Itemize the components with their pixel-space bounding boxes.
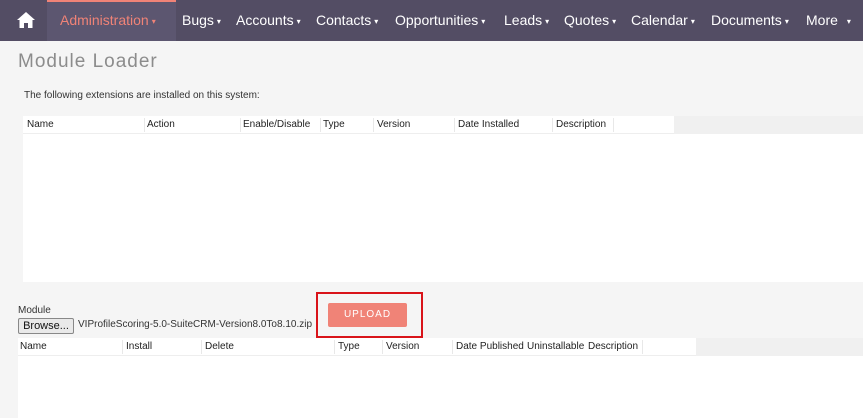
nav-bugs[interactable]: Bugs ▾ [182,0,221,41]
nav-label: Bugs [182,12,214,28]
page-title: Module Loader [18,51,158,72]
installed-extensions-panel [23,116,863,282]
column-header-description: Description [588,341,639,352]
column-divider [240,118,241,132]
nav-leads[interactable]: Leads ▾ [504,0,549,41]
column-header-name: Name [27,119,54,130]
home-icon[interactable] [14,9,38,31]
column-header-enable-disable: Enable/Disable [243,119,311,130]
nav-label: Documents [711,12,782,28]
header-filler [674,116,863,134]
installed-intro-text: The following extensions are installed o… [24,90,260,101]
column-divider [552,118,553,132]
installed-table-header: Name Action Enable/Disable Type Version … [23,116,674,134]
column-header-version: Version [386,341,420,352]
column-header-install: Install [126,341,153,352]
chevron-down-icon: ▾ [545,16,550,26]
nav-calendar[interactable]: Calendar ▾ [631,0,695,41]
chevron-down-icon: ▾ [151,16,156,26]
uploaded-table-header: Name Install Delete Type Version Date Pu… [18,338,696,356]
nav-administration[interactable]: Administration ▾ [47,0,176,41]
nav-label: Opportunities [395,12,479,28]
column-header-type: Type [323,119,345,130]
column-divider [382,340,383,354]
nav-contacts[interactable]: Contacts ▾ [316,0,378,41]
upload-button[interactable]: UPLOAD [328,303,407,327]
chevron-down-icon: ▾ [784,16,789,26]
column-divider [373,118,374,132]
nav-label: Calendar [631,12,688,28]
chevron-down-icon: ▾ [216,16,221,26]
column-divider [642,340,643,354]
nav-label: Leads [504,12,543,28]
module-label: Module [18,305,51,316]
browse-button[interactable]: Browse... [18,318,74,334]
column-header-delete: Delete [205,341,234,352]
column-divider [454,118,455,132]
header-filler [696,338,863,356]
column-header-action: Action [147,119,175,130]
column-header-date-installed: Date Installed [458,119,520,130]
column-header-version: Version [377,119,411,130]
nav-documents[interactable]: Documents ▾ [711,0,789,41]
nav-more[interactable]: More ▾ [806,0,851,41]
nav-accounts[interactable]: Accounts ▾ [236,0,301,41]
chevron-down-icon: ▾ [846,16,851,26]
nav-opportunities[interactable]: Opportunities ▾ [395,0,485,41]
chevron-down-icon: ▾ [296,16,301,26]
chevron-down-icon: ▾ [481,16,486,26]
nav-label: Contacts [316,12,372,28]
nav-label: Quotes [564,12,610,28]
column-divider [613,118,614,132]
column-header-uninstallable: Uninstallable [527,341,585,352]
chevron-down-icon: ▾ [374,16,379,26]
top-navbar: Administration ▾ Bugs ▾ Accounts ▾ Contacts… [0,0,863,41]
chevron-down-icon: ▾ [690,16,695,26]
column-divider [201,340,202,354]
column-divider [144,118,145,132]
nav-label: More [806,12,838,28]
column-divider [452,340,453,354]
selected-file-name: VIProfileScoring-5.0-SuiteCRM-Version8.0… [78,319,312,330]
nav-quotes[interactable]: Quotes ▾ [564,0,616,41]
column-divider [334,340,335,354]
column-divider [320,118,321,132]
column-header-name: Name [20,341,47,352]
nav-label: Administration [60,12,149,28]
column-header-type: Type [338,341,360,352]
chevron-down-icon: ▾ [612,16,617,26]
column-divider [122,340,123,354]
column-header-date-published: Date Published [456,341,524,352]
column-header-description: Description [556,119,607,130]
nav-label: Accounts [236,12,294,28]
